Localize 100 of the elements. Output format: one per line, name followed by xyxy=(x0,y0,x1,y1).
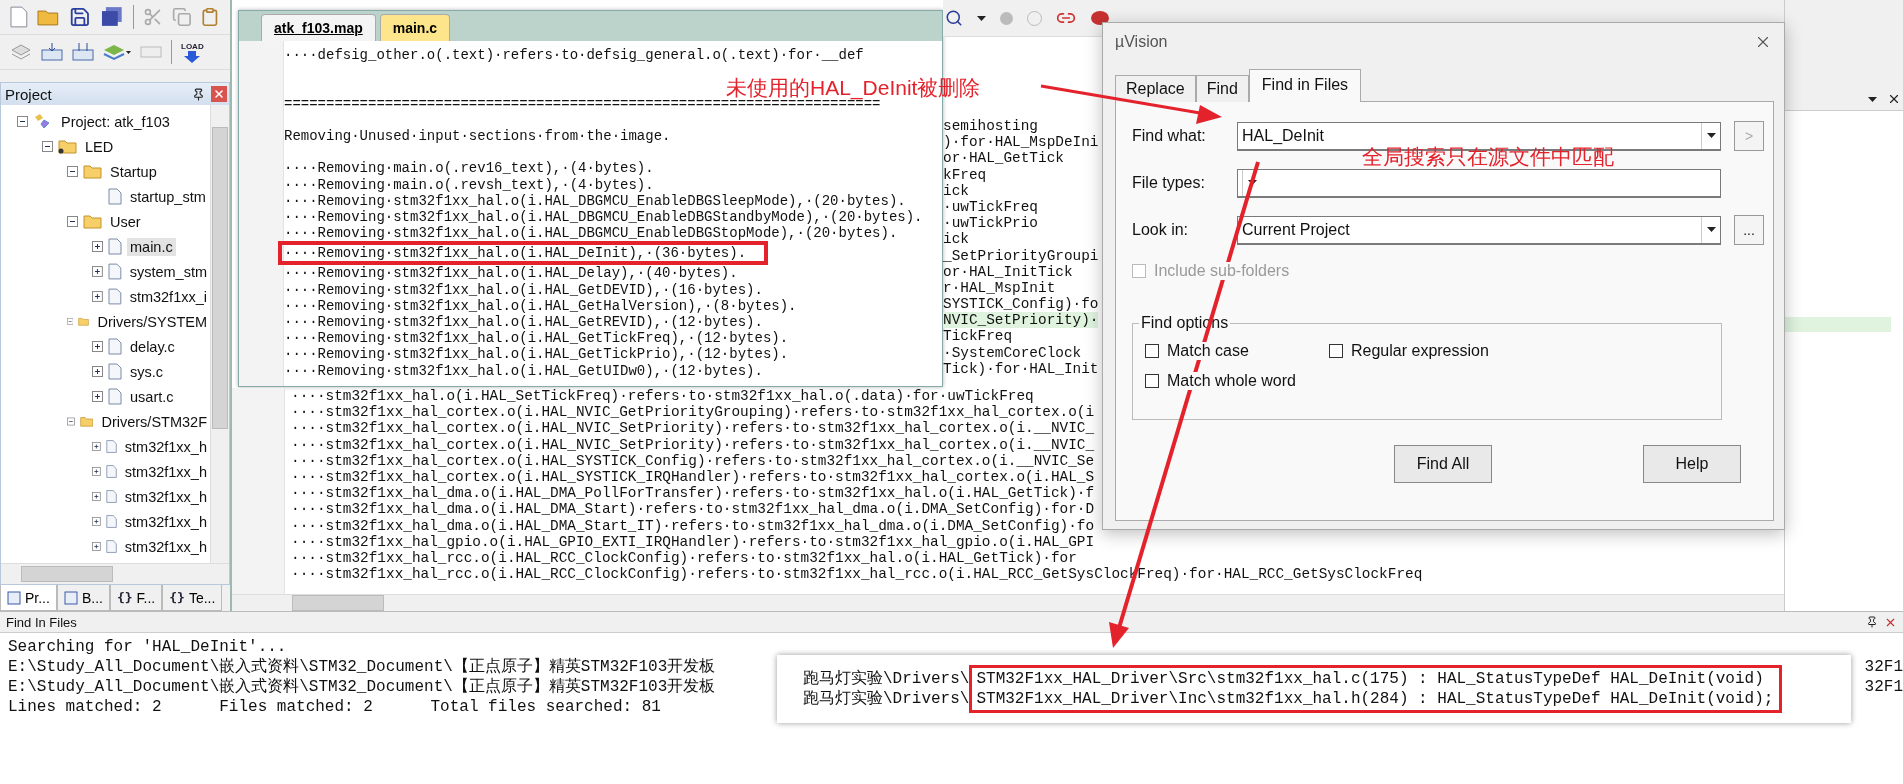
expand-toggle[interactable] xyxy=(92,266,103,277)
tab-label: F... xyxy=(136,589,156,606)
pin-icon[interactable] xyxy=(1866,616,1878,629)
pin-icon[interactable] xyxy=(192,87,205,101)
code-line: ····Removing·stm32f1xx_hal.o(i.HAL_GetDEVID),·(16·bytes). xyxy=(284,281,763,298)
combo-field[interactable] xyxy=(1237,168,1721,198)
file-icon xyxy=(107,263,122,280)
editor-tab[interactable]: main.c xyxy=(379,14,451,41)
field-label: Find what: xyxy=(1132,127,1207,145)
collapse-toggle[interactable] xyxy=(67,216,78,227)
tree-item[interactable]: stm32f1xx_i xyxy=(126,287,210,306)
panel-tab[interactable]: B... xyxy=(56,585,110,612)
checkbox[interactable] xyxy=(1145,374,1159,388)
panel-icon xyxy=(63,590,78,605)
collapse-toggle[interactable] xyxy=(67,166,78,177)
checkbox-option[interactable]: Match whole word xyxy=(1145,372,1296,390)
expand-toggle[interactable] xyxy=(92,441,101,452)
file-icon xyxy=(105,488,117,505)
tree-item[interactable]: Drivers/STM32F xyxy=(98,412,210,431)
output-line: STM32F1xx_HAL_Driver\Inc\stm32f1xx_hal.h(284) : HAL_StatusTypeDef HAL_DeInit(void); xyxy=(976,689,1774,709)
code-line: ····Removing·stm32f1xx_hal.o(i.HAL_DBGMCU_EnableDBGStandbyMode),·(20·bytes). xyxy=(284,208,923,226)
tree-item[interactable]: system_stm xyxy=(126,262,210,281)
tree-item[interactable]: LED xyxy=(82,137,117,156)
tree-item[interactable]: Project: atk_f103 xyxy=(58,112,173,131)
open-folder-icon[interactable] xyxy=(36,7,61,27)
code-line: ····Removing·stm32f1xx_hal.o(i.HAL_Delay),·(40·bytes). xyxy=(284,265,738,282)
caret-icon xyxy=(977,15,986,21)
dialog-tab[interactable]: Find xyxy=(1195,75,1249,102)
code-line: ····stm32f1xx_hal_cortex.o(i.HAL_NVIC_GetPriorityGrouping)·refers·to·stm32f1xx_hal_cortex.o(i xyxy=(291,404,1095,421)
tree-item[interactable]: main.c xyxy=(127,237,176,256)
search-icon[interactable] xyxy=(945,9,963,27)
expand-toggle[interactable] xyxy=(92,241,103,252)
expand-toggle[interactable] xyxy=(92,541,101,552)
checkbox[interactable] xyxy=(1145,344,1159,358)
expand-toggle[interactable] xyxy=(92,291,103,302)
output-line: STM32F1xx_HAL_Driver\Src\stm32f1xx_hal.c(175) : HAL_StatusTypeDef HAL_DeInit(void) xyxy=(976,669,1765,689)
expand-toggle[interactable] xyxy=(92,491,101,502)
output-line: 跑马灯实验\Drivers\ xyxy=(803,689,970,709)
ellipse-icon[interactable] xyxy=(1090,10,1110,26)
download-all-icon[interactable] xyxy=(72,42,94,62)
dialog-button[interactable]: Help xyxy=(1643,445,1741,483)
load-button[interactable]: LOAD xyxy=(181,41,204,63)
panel-tab[interactable]: Pr... xyxy=(0,585,57,612)
expand-toggle[interactable] xyxy=(92,341,103,352)
code-line: ····stm32f1xx_hal_cortex.o(i.HAL_NVIC_SetPriority)·refers·to·stm32f1xx_hal_cortex.o(i.__NVIC_ xyxy=(291,420,1095,437)
collapse-toggle[interactable] xyxy=(67,316,74,327)
tree-item[interactable]: Drivers/SYSTEM xyxy=(94,312,210,331)
tree-item[interactable]: User xyxy=(107,212,144,231)
save-all-icon[interactable] xyxy=(100,6,124,28)
folder-icon xyxy=(79,414,94,429)
layers-icon[interactable] xyxy=(103,42,131,62)
checkbox-option[interactable]: Match case xyxy=(1145,342,1249,360)
paste-icon[interactable] xyxy=(200,7,220,27)
code-line: r·HAL_MspInit xyxy=(943,279,1056,297)
tree-item[interactable]: stm32f1xx_h xyxy=(121,512,210,531)
panel-tab[interactable]: {} Te... xyxy=(162,585,223,612)
collapse-toggle[interactable] xyxy=(42,141,53,152)
output-line: E:\Study_All_Document\嵌入式资料\STM32_Document\【正点原子】精英STM32F103开发板 xyxy=(8,657,716,677)
tree-item[interactable]: stm32f1xx_h xyxy=(121,462,210,481)
expand-toggle[interactable] xyxy=(92,466,101,477)
checkbox[interactable] xyxy=(1329,344,1343,358)
tree-item[interactable]: stm32f1xx_h xyxy=(121,437,210,456)
tree-item[interactable]: usart.c xyxy=(127,387,177,406)
editor-tab[interactable]: atk_f103.map xyxy=(261,14,376,41)
panel-tab[interactable]: {} F... xyxy=(109,585,163,612)
dialog-title: µVision xyxy=(1115,33,1168,51)
code-line: SYSTICK_Config)·fo xyxy=(943,296,1099,313)
collapse-toggle[interactable] xyxy=(67,416,75,427)
tree-item[interactable]: sys.c xyxy=(127,362,167,381)
expand-toggle[interactable] xyxy=(92,366,103,377)
expand-toggle[interactable] xyxy=(92,516,101,527)
code-line: ·uwTickPrio xyxy=(943,215,1038,232)
vertical-scrollbar[interactable] xyxy=(210,105,229,564)
collapse-toggle[interactable] xyxy=(17,116,28,127)
code-line: ····stm32f1xx_hal_dma.o(i.HAL_DMA_Start_IT)·refers·to·stm32f1xx_hal_dma.o(i.DMA_SetConfig)·fo xyxy=(291,517,1095,534)
output-line: 32F1 xyxy=(1864,677,1903,698)
close-icon[interactable] xyxy=(1887,92,1901,106)
tree-item[interactable]: startup_stm xyxy=(127,187,209,206)
tree-item[interactable]: Startup xyxy=(107,162,160,181)
side-button[interactable]: ... xyxy=(1734,215,1764,245)
checkbox-option[interactable]: Regular expression xyxy=(1329,342,1489,360)
close-button[interactable] xyxy=(211,86,227,102)
code-line: ·SystemCoreClock xyxy=(943,344,1082,361)
horizontal-scrollbar[interactable] xyxy=(232,594,1784,612)
horizontal-scrollbar[interactable] xyxy=(1,563,229,585)
code-line: Removing·Unused·input·sections·from·the·image. xyxy=(284,127,671,145)
field-label: Look in: xyxy=(1132,221,1190,239)
tree-item[interactable]: delay.c xyxy=(127,337,178,356)
code-line: ····Removing·stm32f1xx_hal.o(i.HAL_DBGMCU_EnableDBGSleepMode),·(20·bytes). xyxy=(284,192,906,209)
download-board-icon[interactable] xyxy=(41,42,63,62)
dialog-tab[interactable]: Find in Files xyxy=(1248,69,1362,102)
expand-toggle[interactable] xyxy=(92,391,103,402)
code-line: ····Removing·stm32f1xx_hal.o(i.HAL_GetTickPrio),·(12·bytes). xyxy=(284,346,789,363)
save-icon[interactable] xyxy=(69,6,92,28)
dialog-button[interactable]: Find All xyxy=(1394,445,1492,483)
tree-item[interactable]: stm32f1xx_h xyxy=(121,487,210,506)
output-line: E:\Study_All_Document\嵌入式资料\STM32_Document\【正点原子】精英STM32F103开发板 xyxy=(8,677,716,698)
dialog-tab[interactable]: Replace xyxy=(1115,75,1196,102)
combo-field[interactable]: Current Project xyxy=(1237,215,1721,245)
tree-item[interactable]: stm32f1xx_h xyxy=(121,537,210,556)
